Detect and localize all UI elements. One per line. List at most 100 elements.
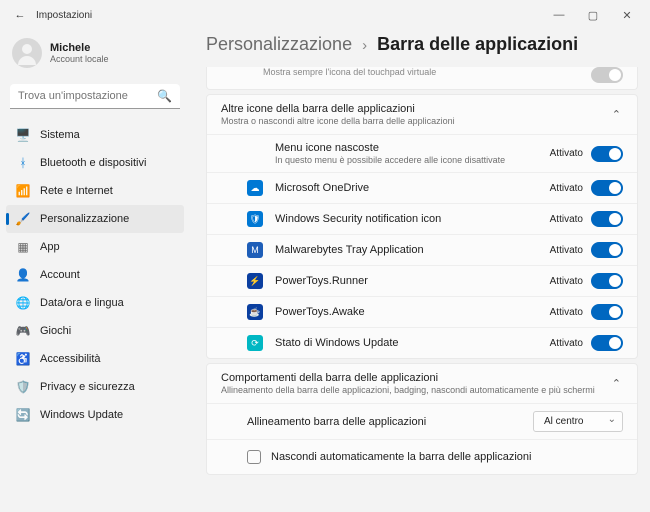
alignment-row: Allineamento barra delle applicazioni Al… xyxy=(207,403,637,439)
maximize-button[interactable]: ▢ xyxy=(578,4,608,26)
toggle-switch[interactable] xyxy=(591,304,623,320)
toggle-state-text: Attivato xyxy=(550,148,583,159)
sidebar-item-system[interactable]: 🖥️ Sistema xyxy=(6,121,184,149)
close-button[interactable]: ✕ xyxy=(612,4,642,26)
row-label: PowerToys.Runner xyxy=(275,275,550,287)
app-icon: ☕ xyxy=(247,304,263,320)
row-label: Microsoft OneDrive xyxy=(275,182,550,194)
autohide-checkbox[interactable] xyxy=(247,450,261,464)
nav-label: Account xyxy=(40,269,80,281)
section-title: Altre icone della barra delle applicazio… xyxy=(221,103,610,115)
row-label: PowerToys.Awake xyxy=(275,306,550,318)
search-icon: 🔍 xyxy=(157,89,172,103)
row-label: Stato di Windows Update xyxy=(275,337,550,349)
sidebar-item-privacy[interactable]: 🛡️ Privacy e sicurezza xyxy=(6,373,184,401)
icon-row: Menu icone nascosteIn questo menu è poss… xyxy=(207,134,637,172)
breadcrumb-parent[interactable]: Personalizzazione xyxy=(206,34,352,55)
icon-row: M Malwarebytes Tray ApplicationAttivato xyxy=(207,234,637,265)
breadcrumb: Personalizzazione › Barra delle applicaz… xyxy=(206,30,642,67)
section-subtitle: Mostra o nascondi altre icone della barr… xyxy=(221,116,610,126)
toggle-switch[interactable] xyxy=(591,211,623,227)
nav-icon: 🖌️ xyxy=(16,212,30,226)
nav-label: Personalizzazione xyxy=(40,213,129,225)
main-content: Personalizzazione › Barra delle applicaz… xyxy=(190,30,650,512)
toggle-switch[interactable] xyxy=(591,335,623,351)
sidebar-item-network[interactable]: 📶 Rete e Internet xyxy=(6,177,184,205)
icon-row: ☕ PowerToys.AwakeAttivato xyxy=(207,296,637,327)
nav-label: App xyxy=(40,241,60,253)
title-bar: ← Impostazioni — ▢ ✕ xyxy=(0,0,650,30)
toggle-switch[interactable] xyxy=(591,146,623,162)
search-input[interactable] xyxy=(10,84,180,109)
row-label: Menu icone nascoste xyxy=(275,142,550,154)
toggle-state-text: Attivato xyxy=(550,307,583,318)
other-icons-section: Altre icone della barra delle applicazio… xyxy=(206,94,638,359)
chevron-up-icon: ⌃ xyxy=(610,377,623,390)
app-icon: 🛡 xyxy=(247,211,263,227)
profile-block[interactable]: Michele Account locale xyxy=(6,34,184,78)
app-icon: ⟳ xyxy=(247,335,263,351)
nav-label: Windows Update xyxy=(40,409,123,421)
toggle-state-text: Attivato xyxy=(550,338,583,349)
other-icons-header[interactable]: Altre icone della barra delle applicazio… xyxy=(207,95,637,134)
row-label: Windows Security notification icon xyxy=(275,213,550,225)
sidebar-item-account[interactable]: 👤 Account xyxy=(6,261,184,289)
toggle-state-text: Attivato xyxy=(550,245,583,256)
app-icon: M xyxy=(247,242,263,258)
nav-icon: 📶 xyxy=(16,184,30,198)
nav-label: Accessibilità xyxy=(40,353,101,365)
toggle-switch[interactable] xyxy=(591,180,623,196)
sidebar-item-bluetooth[interactable]: ᚼ Bluetooth e dispositivi xyxy=(6,149,184,177)
search-box[interactable]: 🔍 xyxy=(10,84,180,109)
nav-icon: ▦ xyxy=(16,240,30,254)
touchpad-row-partial[interactable]: Mostra sempre l'icona del touchpad virtu… xyxy=(206,67,638,90)
behavior-header[interactable]: Comportamenti della barra delle applicaz… xyxy=(207,364,637,403)
nav-icon: 🌐 xyxy=(16,296,30,310)
avatar xyxy=(12,38,42,68)
sidebar-item-gaming[interactable]: 🎮 Giochi xyxy=(6,317,184,345)
nav-label: Privacy e sicurezza xyxy=(40,381,135,393)
chevron-right-icon: › xyxy=(362,37,367,54)
sidebar-item-update[interactable]: 🔄 Windows Update xyxy=(6,401,184,429)
behavior-title: Comportamenti della barra delle applicaz… xyxy=(221,372,610,384)
nav-label: Giochi xyxy=(40,325,71,337)
sidebar-item-time-lang[interactable]: 🌐 Data/ora e lingua xyxy=(6,289,184,317)
row-label: Malwarebytes Tray Application xyxy=(275,244,550,256)
toggle-state-text: Attivato xyxy=(550,214,583,225)
nav-icon: 🔄 xyxy=(16,408,30,422)
toggle-switch[interactable] xyxy=(591,273,623,289)
icon-row: ⟳ Stato di Windows UpdateAttivato xyxy=(207,327,637,358)
nav-label: Sistema xyxy=(40,129,80,141)
row-subtitle: In questo menu è possibile accedere alle… xyxy=(275,155,550,165)
nav-icon: 👤 xyxy=(16,268,30,282)
nav-label: Rete e Internet xyxy=(40,185,113,197)
nav-icon: ♿ xyxy=(16,352,30,366)
window-title: Impostazioni xyxy=(36,10,92,21)
sidebar: Michele Account locale 🔍 🖥️ Sistema ᚼ Bluet… xyxy=(0,30,190,512)
touchpad-toggle[interactable] xyxy=(591,67,623,83)
nav-list: 🖥️ Sistema ᚼ Bluetooth e dispositivi 📶 Rete e… xyxy=(6,121,184,512)
autohide-row[interactable]: Nascondi automaticamente la barra delle … xyxy=(207,439,637,474)
sidebar-item-apps[interactable]: ▦ App xyxy=(6,233,184,261)
app-icon: ⚡ xyxy=(247,273,263,289)
minimize-button[interactable]: — xyxy=(544,4,574,26)
icon-row: ☁Microsoft OneDriveAttivato xyxy=(207,172,637,203)
nav-label: Bluetooth e dispositivi xyxy=(40,157,146,169)
chevron-up-icon: ⌃ xyxy=(610,108,623,121)
profile-sub: Account locale xyxy=(50,54,109,64)
nav-icon: ᚼ xyxy=(16,156,30,170)
toggle-state-text: Attivato xyxy=(550,276,583,287)
autohide-label: Nascondi automaticamente la barra delle … xyxy=(271,451,531,463)
behavior-subtitle: Allineamento della barra delle applicazi… xyxy=(221,385,610,395)
nav-label: Data/ora e lingua xyxy=(40,297,124,309)
nav-icon: 🛡️ xyxy=(16,380,30,394)
nav-icon: 🖥️ xyxy=(16,128,30,142)
sidebar-item-personalization[interactable]: 🖌️ Personalizzazione xyxy=(6,205,184,233)
toggle-switch[interactable] xyxy=(591,242,623,258)
back-button[interactable]: ← xyxy=(8,9,32,21)
breadcrumb-current: Barra delle applicazioni xyxy=(377,34,578,55)
alignment-select[interactable]: Al centro xyxy=(533,411,623,432)
toggle-state-text: Attivato xyxy=(550,183,583,194)
sidebar-item-accessibility[interactable]: ♿ Accessibilità xyxy=(6,345,184,373)
nav-icon: 🎮 xyxy=(16,324,30,338)
